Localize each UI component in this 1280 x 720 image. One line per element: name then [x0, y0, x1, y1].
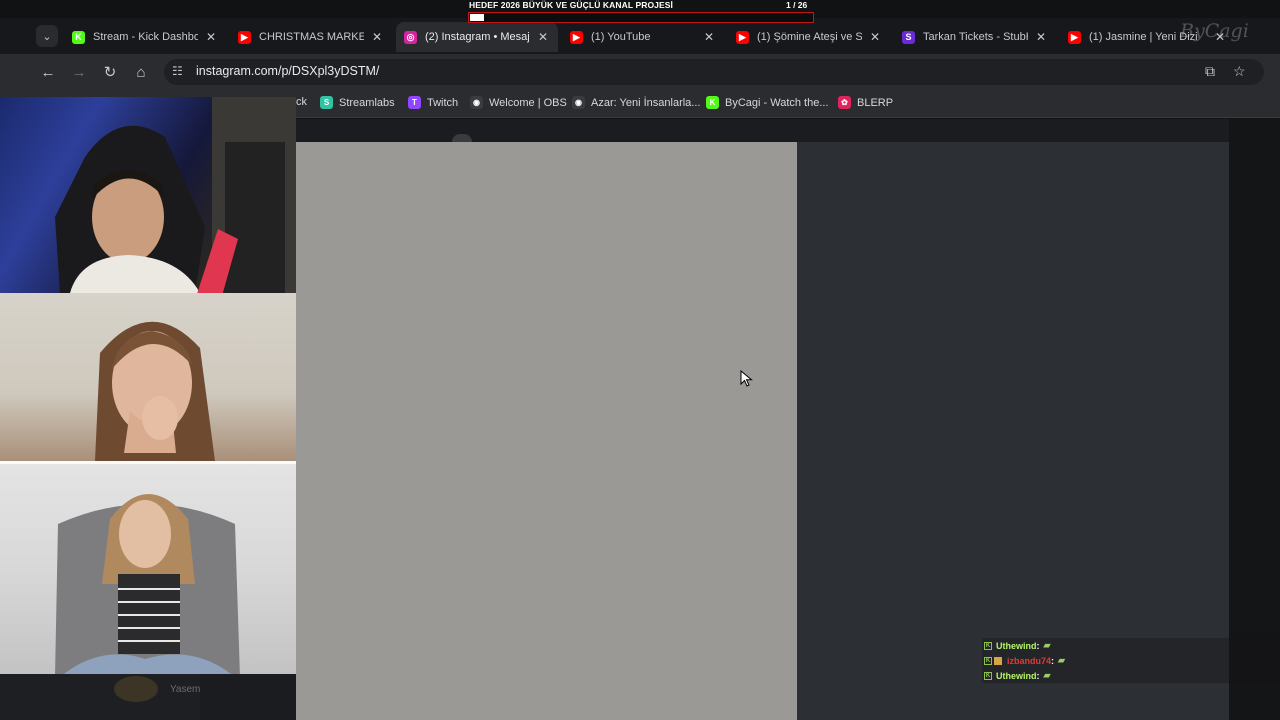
- kick-icon: K: [72, 30, 85, 44]
- gift-badge-icon: [994, 656, 1002, 665]
- chat-emote: ▰: [1043, 640, 1051, 650]
- chat-username: izbandu74: [1007, 655, 1052, 666]
- streamlabs-icon: S: [320, 96, 333, 109]
- bookmark-label: ck: [296, 96, 307, 108]
- goal-progress-fill: [470, 14, 484, 21]
- tab-title: (2) Instagram • Mesajla: [425, 31, 530, 43]
- back-button[interactable]: ←: [38, 62, 58, 82]
- bookmark-item[interactable]: S Streamlabs: [320, 96, 395, 109]
- chat-separator: :: [1036, 640, 1040, 651]
- webcam-2-image: [95, 321, 215, 461]
- close-icon[interactable]: ✕: [536, 30, 550, 44]
- chat-username: Uthewind: [996, 640, 1037, 651]
- browser-tab[interactable]: S Tarkan Tickets - StubH ✕: [894, 22, 1056, 52]
- chat-separator: :: [1036, 670, 1040, 681]
- reload-icon: ↻: [103, 64, 117, 81]
- site-settings-icon[interactable]: ☷: [172, 64, 183, 78]
- webcam-3-image: [55, 494, 240, 674]
- channel-watermark: ByCagi: [1180, 20, 1249, 42]
- youtube-icon: ▶: [570, 30, 583, 44]
- goal-title: HEDEF 2026 BÜYÜK VE GÜÇLÜ KANAL PROJESİ: [469, 0, 674, 10]
- blerp-icon: ✿: [838, 96, 851, 109]
- page-right-margin: [1229, 119, 1280, 720]
- bookmark-item[interactable]: ck: [296, 96, 307, 108]
- chat-message: K Uthewind : ▰: [982, 668, 1280, 683]
- stubhub-icon: S: [902, 30, 915, 44]
- bookmark-item[interactable]: ◉ Welcome | OBS: [470, 96, 567, 109]
- tab-search-button[interactable]: ⌄: [36, 25, 58, 47]
- browser-tab[interactable]: ▶ CHRISTMAS MARKET \ ✕: [230, 22, 392, 52]
- goal-overlay: HEDEF 2026 BÜYÜK VE GÜÇLÜ KANAL PROJESİ …: [468, 0, 814, 24]
- twitch-icon: T: [408, 96, 421, 109]
- goal-progress-bar: [468, 12, 814, 23]
- browser-toolbar: ← → ↻ ⌂ ☷ instagram.com/p/DSXpl3yDSTM/ ⧉…: [0, 54, 1280, 90]
- youtube-icon: ▶: [1068, 30, 1081, 44]
- chat-emote: ▰: [1058, 655, 1065, 665]
- stream-chat-overlay: K Uthewind : ▰ Kizbandu74 : ▰ K Uthewind : ▰: [982, 638, 1280, 683]
- mouse-cursor-icon: [740, 370, 753, 387]
- post-image[interactable]: [296, 142, 797, 720]
- close-icon[interactable]: ✕: [370, 30, 384, 44]
- youtube-icon: ▶: [736, 30, 749, 44]
- chat-message: K Uthewind : ▰: [982, 638, 1280, 653]
- azar-icon: ◉: [572, 96, 585, 109]
- address-url[interactable]: instagram.com/p/DSXpl3yDSTM/: [196, 64, 379, 78]
- bookmark-label: BLERP: [857, 96, 894, 109]
- webcam-feed-1: [0, 97, 296, 293]
- close-icon[interactable]: ✕: [204, 30, 218, 44]
- browser-tab[interactable]: K Stream - Kick Dashboa ✕: [64, 22, 226, 52]
- chat-badge-icon: K: [984, 671, 992, 680]
- tab-title: (1) Şömine Ateşi ve Se: [757, 31, 862, 43]
- bookmark-item[interactable]: ◉ Azar: Yeni İnsanlarla...: [572, 96, 700, 109]
- sidebar-remnant: [0, 674, 200, 720]
- webcam-1-image: [55, 97, 296, 293]
- arrow-right-icon: →: [71, 63, 87, 81]
- avatar: [114, 676, 158, 702]
- bookmark-item[interactable]: T Twitch: [408, 96, 458, 109]
- sidebar-user-name: Yasem: [170, 684, 201, 695]
- browser-tab[interactable]: ▶ (1) YouTube ✕: [562, 22, 724, 52]
- obs-icon: ◉: [470, 96, 483, 109]
- chat-username: Uthewind: [996, 670, 1037, 681]
- browser-tab[interactable]: ◎ (2) Instagram • Mesajla ✕: [396, 22, 558, 52]
- chat-message: Kizbandu74 : ▰: [982, 653, 1280, 668]
- close-icon[interactable]: ✕: [868, 30, 882, 44]
- arrow-left-icon: ←: [40, 63, 56, 81]
- bookmark-star-icon[interactable]: ☆: [1233, 63, 1246, 80]
- tab-title: Tarkan Tickets - StubH: [923, 31, 1028, 43]
- bookmark-item[interactable]: K ByCagi - Watch the...: [706, 96, 829, 109]
- bookmark-label: ByCagi - Watch the...: [725, 96, 829, 109]
- avatar: [452, 134, 472, 142]
- kick-icon: K: [706, 96, 719, 109]
- youtube-icon: ▶: [238, 30, 251, 44]
- webcam-feed-3: [0, 461, 296, 674]
- chat-badge-icon: K: [984, 656, 992, 665]
- tab-title: CHRISTMAS MARKET \: [259, 31, 364, 43]
- bookmark-label: Azar: Yeni İnsanlarla...: [591, 96, 701, 109]
- tab-title: (1) YouTube: [591, 31, 651, 43]
- reload-button[interactable]: ↻: [100, 62, 120, 82]
- bookmark-label: Streamlabs: [339, 96, 395, 109]
- chat-emote: ▰: [1043, 670, 1051, 680]
- webcam-feed-2: [0, 293, 296, 461]
- chat-separator: :: [1051, 655, 1055, 666]
- close-icon[interactable]: ✕: [702, 30, 716, 44]
- install-app-icon[interactable]: ⧉: [1205, 63, 1215, 80]
- post-comments-panel: [797, 142, 1229, 720]
- home-icon: ⌂: [136, 63, 146, 81]
- home-button[interactable]: ⌂: [131, 62, 151, 82]
- goal-count: 1 / 26: [786, 0, 808, 10]
- bookmark-item[interactable]: ✿ BLERP: [838, 96, 893, 109]
- address-bar[interactable]: ☷ instagram.com/p/DSXpl3yDSTM/ ⧉ ☆: [164, 59, 1264, 85]
- forward-button[interactable]: →: [69, 62, 89, 82]
- browser-tab[interactable]: ▶ (1) Şömine Ateşi ve Se ✕: [728, 22, 890, 52]
- chevron-down-icon: ⌄: [42, 30, 52, 43]
- instagram-icon: ◎: [404, 30, 417, 44]
- tab-title: Stream - Kick Dashboa: [93, 31, 198, 43]
- bookmark-label: Twitch: [427, 96, 459, 109]
- chat-badge-icon: K: [984, 641, 992, 650]
- close-icon[interactable]: ✕: [1034, 30, 1048, 44]
- bookmark-label: Welcome | OBS: [489, 96, 567, 109]
